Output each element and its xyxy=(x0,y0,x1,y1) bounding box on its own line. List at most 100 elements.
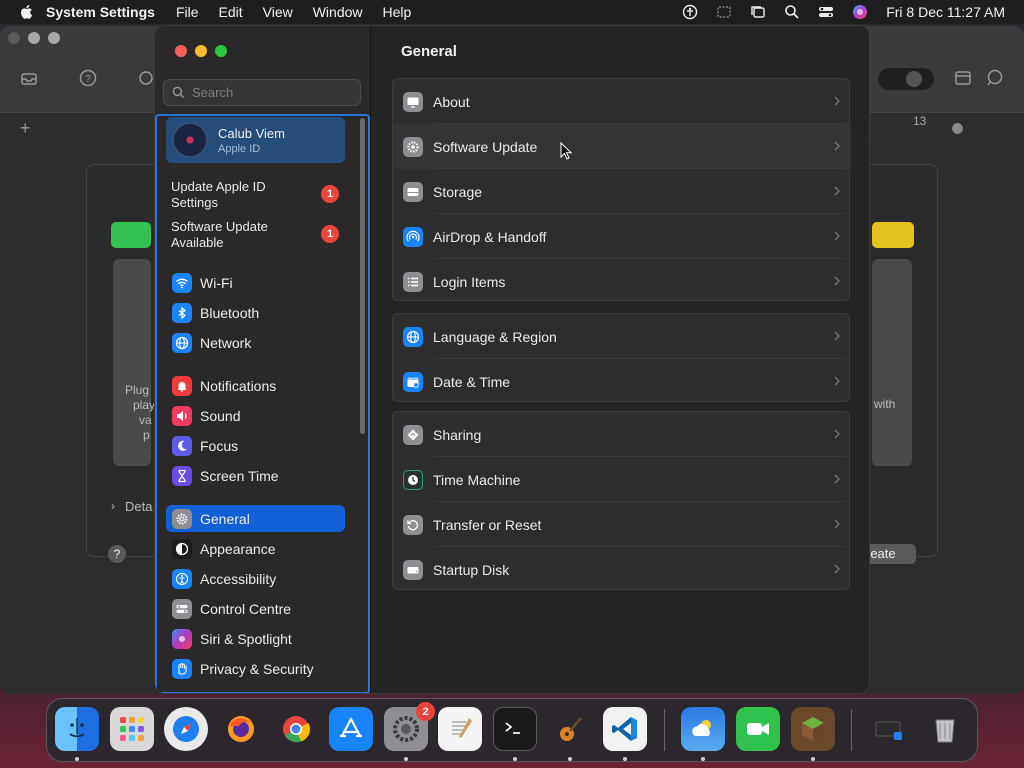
close-button[interactable] xyxy=(175,45,187,57)
dock-window-preview[interactable] xyxy=(867,707,911,751)
bg-text-line: play xyxy=(133,398,156,412)
sidebar-item-focus[interactable]: Focus xyxy=(166,432,345,459)
bg-add-tab-icon[interactable]: + xyxy=(20,118,31,139)
notice-badge: 1 xyxy=(321,225,339,243)
dock-running-indicator xyxy=(513,757,517,761)
bg-text-line: Plug xyxy=(125,383,150,397)
bg-close-button[interactable] xyxy=(8,32,20,44)
video-camera-icon xyxy=(747,723,769,735)
sidebar-item-screen-time[interactable]: Screen Time xyxy=(166,462,345,489)
dock-facetime[interactable] xyxy=(736,707,780,751)
dock-terminal[interactable] xyxy=(493,707,537,751)
dock-minecraft[interactable] xyxy=(791,707,835,751)
sidebar-item-label: Siri & Spotlight xyxy=(200,630,292,647)
sidebar-scrollbar[interactable] xyxy=(360,118,365,434)
safari-compass-icon xyxy=(173,716,199,742)
dock-garageband[interactable] xyxy=(548,707,592,751)
row-language-region[interactable]: Language & Region xyxy=(393,314,851,359)
dock-vscode[interactable] xyxy=(603,707,647,751)
minimize-button[interactable] xyxy=(195,45,207,57)
bg-chat-icon[interactable] xyxy=(985,68,1005,88)
dock-running-indicator xyxy=(623,757,627,761)
menu-window[interactable]: Window xyxy=(313,4,363,20)
menu-clock[interactable]: Fri 8 Dec 11:27 AM xyxy=(886,4,1005,20)
bg-slider-knob[interactable] xyxy=(952,123,963,134)
sidebar-item-label: Focus xyxy=(200,437,239,454)
zoom-button[interactable] xyxy=(215,45,227,57)
row-airdrop-handoff[interactable]: AirDrop & Handoff xyxy=(393,214,851,259)
row-time-machine[interactable]: Time Machine xyxy=(393,457,851,502)
row-about[interactable]: About xyxy=(393,79,851,124)
accessibility-status-icon[interactable] xyxy=(682,4,698,20)
sidebar-item-accessibility[interactable]: Accessibility xyxy=(166,565,345,592)
hand-icon xyxy=(172,658,192,679)
row-startup-disk[interactable]: Startup Disk xyxy=(393,547,851,592)
dock-finder[interactable] xyxy=(55,707,99,751)
search-input[interactable] xyxy=(192,85,352,100)
siri-icon[interactable] xyxy=(852,4,868,20)
dock-textedit[interactable] xyxy=(438,707,482,751)
dock-weather[interactable] xyxy=(681,707,725,751)
dock-trash[interactable] xyxy=(923,707,967,751)
bg-details-label[interactable]: Deta xyxy=(125,499,152,514)
bell-icon xyxy=(172,375,192,396)
dock-running-indicator xyxy=(75,757,79,761)
menu-app-name[interactable]: System Settings xyxy=(46,4,155,20)
bg-details-chevron-icon[interactable]: › xyxy=(111,499,115,513)
sharing-icon xyxy=(403,424,423,445)
bg-help-button[interactable]: ? xyxy=(108,545,126,563)
dock-firefox[interactable] xyxy=(219,707,263,751)
control-center-icon[interactable] xyxy=(818,4,834,20)
bg-right-card[interactable] xyxy=(872,259,912,466)
row-transfer-reset[interactable]: Transfer or Reset xyxy=(393,502,851,547)
search-field[interactable] xyxy=(163,79,361,106)
menu-view[interactable]: View xyxy=(263,4,293,20)
sidebar-item-notifications[interactable]: Notifications xyxy=(166,372,345,399)
row-label: Date & Time xyxy=(433,373,511,390)
row-sharing[interactable]: Sharing xyxy=(393,412,851,457)
dock-running-indicator xyxy=(701,757,705,761)
dock-app-store[interactable] xyxy=(329,707,373,751)
menu-help[interactable]: Help xyxy=(383,4,412,20)
dock: 2 xyxy=(46,698,978,762)
sidebar-item-label: Network xyxy=(200,334,252,351)
trash-icon xyxy=(935,719,955,743)
bg-inbox-icon[interactable] xyxy=(19,68,39,88)
sidebar-item-general[interactable]: General xyxy=(166,505,345,532)
sidebar-item-sound[interactable]: Sound xyxy=(166,402,345,429)
row-login-items[interactable]: Login Items xyxy=(393,259,851,304)
row-software-update[interactable]: Software Update xyxy=(393,124,851,169)
stage-manager-icon[interactable] xyxy=(750,4,766,20)
sidebar-item-control-centre[interactable]: Control Centre xyxy=(166,595,345,622)
chevron-right-icon xyxy=(834,429,840,439)
sidebar-item-siri-spotlight[interactable]: Siri & Spotlight xyxy=(166,625,345,652)
apple-id-account[interactable]: Calub Viem Apple ID xyxy=(166,117,345,163)
bg-zoom-button[interactable] xyxy=(48,32,60,44)
sidebar-item-privacy-security[interactable]: Privacy & Security xyxy=(166,655,345,682)
bg-green-pill[interactable] xyxy=(111,222,151,248)
row-storage[interactable]: Storage xyxy=(393,169,851,214)
dock-safari[interactable] xyxy=(164,707,208,751)
bg-minimize-button[interactable] xyxy=(28,32,40,44)
spotlight-search-icon[interactable] xyxy=(784,4,800,20)
dock-separator xyxy=(851,709,852,751)
bg-help-icon[interactable]: ? xyxy=(78,68,98,88)
apple-logo-icon[interactable] xyxy=(18,3,36,21)
sidebar-item-wifi[interactable]: Wi-Fi xyxy=(166,269,345,296)
gear-icon xyxy=(393,716,419,742)
display-status-icon[interactable] xyxy=(716,4,732,20)
row-date-time[interactable]: Date & Time xyxy=(393,359,851,404)
menu-file[interactable]: File xyxy=(176,4,199,20)
bg-toggle[interactable] xyxy=(878,68,934,90)
sidebar-item-bluetooth[interactable]: Bluetooth xyxy=(166,299,345,326)
sidebar-item-network[interactable]: Network xyxy=(166,329,345,356)
chevron-right-icon xyxy=(834,141,840,151)
bg-window-icon[interactable] xyxy=(953,68,973,88)
bg-settings-icon[interactable] xyxy=(136,68,156,88)
bg-yellow-pill[interactable] xyxy=(872,222,914,248)
dock-launchpad[interactable] xyxy=(110,707,154,751)
menu-edit[interactable]: Edit xyxy=(219,4,243,20)
dock-chrome[interactable] xyxy=(274,707,318,751)
row-label: About xyxy=(433,93,470,110)
sidebar-item-appearance[interactable]: Appearance xyxy=(166,535,345,562)
